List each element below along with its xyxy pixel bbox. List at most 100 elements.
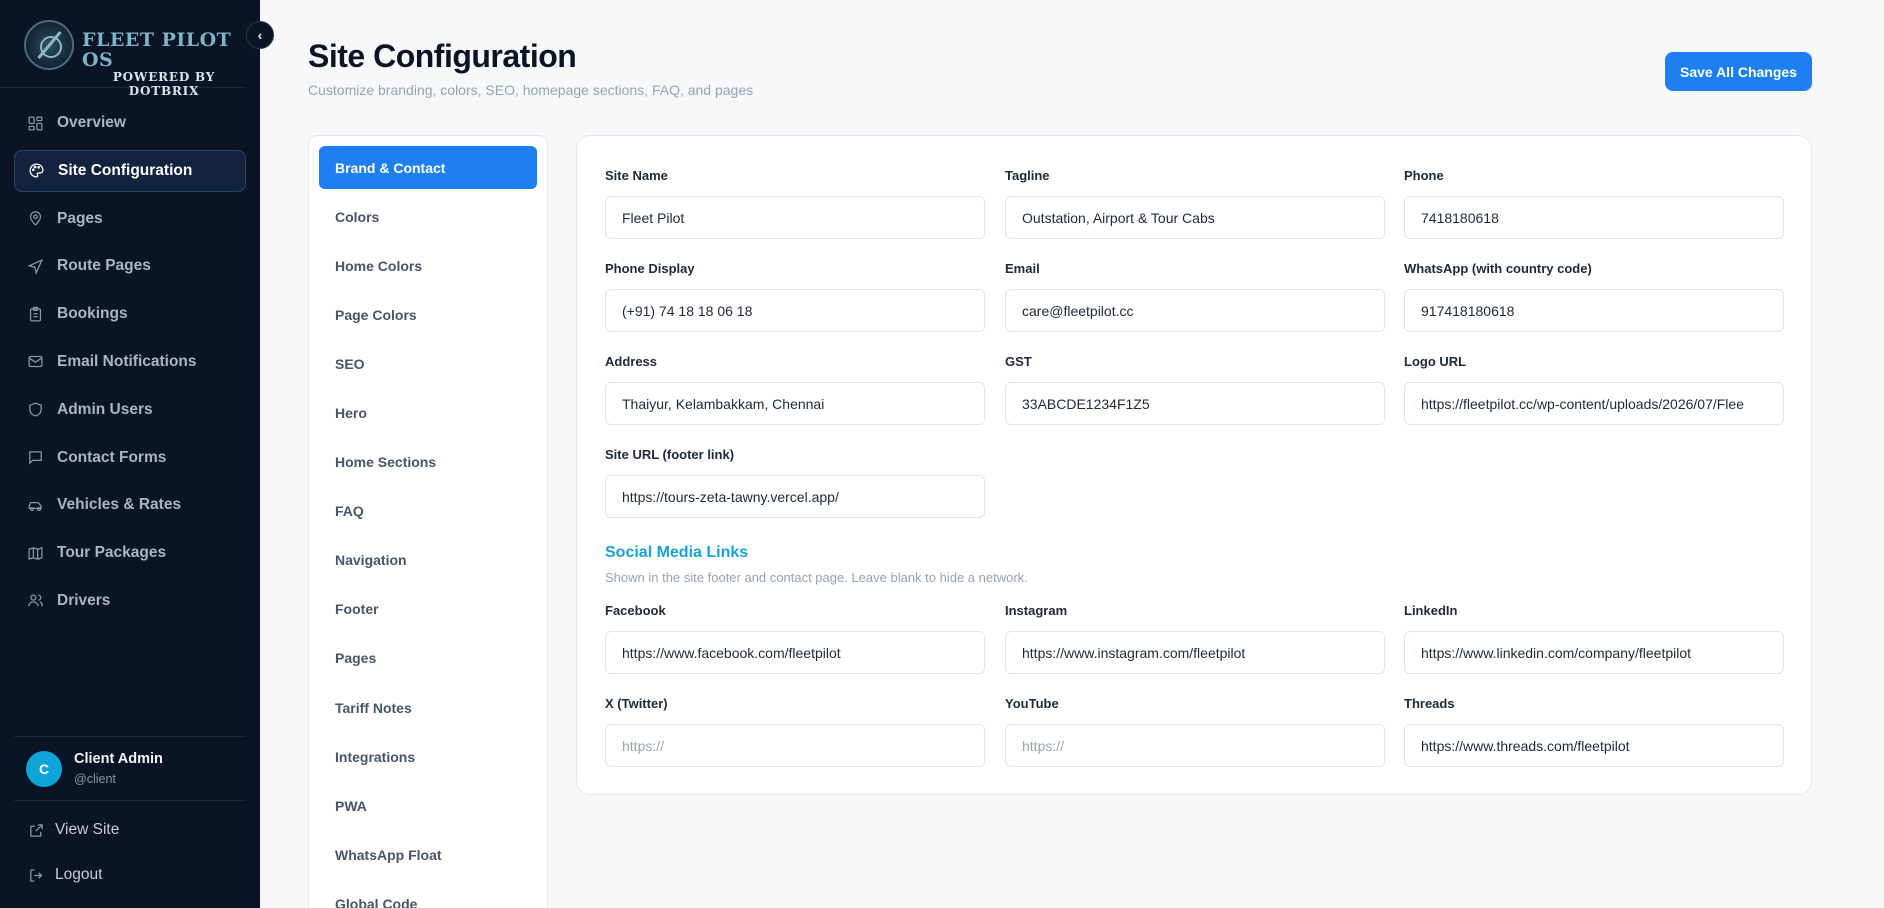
- phone-display-input[interactable]: [605, 289, 985, 332]
- tab-faq[interactable]: FAQ: [319, 490, 537, 533]
- sidebar-item-overview[interactable]: Overview: [14, 102, 246, 144]
- gst-input[interactable]: [1005, 382, 1385, 425]
- sidebar-item-site-configuration[interactable]: Site Configuration: [14, 149, 246, 192]
- page-title: Site Configuration: [308, 38, 577, 74]
- view-site-label: View Site: [55, 821, 120, 838]
- youtube-field: YouTube: [1005, 696, 1385, 767]
- navigation-icon: [27, 258, 44, 275]
- sidebar-item-admin-users[interactable]: Admin Users: [14, 389, 246, 431]
- threads-field: Threads: [1404, 696, 1784, 767]
- threads-label: Threads: [1404, 696, 1455, 711]
- whatsapp-input[interactable]: [1404, 289, 1784, 332]
- tab-global-code[interactable]: Global Code: [319, 882, 537, 908]
- tab-brand-contact[interactable]: Brand & Contact: [319, 146, 537, 189]
- user-profile[interactable]: C Client Admin @client: [14, 736, 246, 801]
- address-input[interactable]: [605, 382, 985, 425]
- tab-whatsapp-float[interactable]: WhatsApp Float: [319, 833, 537, 876]
- users-icon: [27, 592, 44, 609]
- map-pin-icon: [27, 210, 44, 227]
- tab-pages[interactable]: Pages: [319, 637, 537, 680]
- facebook-field: Facebook: [605, 603, 985, 674]
- palette-icon: [28, 162, 45, 179]
- site-url-input[interactable]: [605, 475, 985, 518]
- mail-icon: [27, 353, 44, 370]
- phone-input[interactable]: [1404, 196, 1784, 239]
- instagram-input[interactable]: [1005, 631, 1385, 674]
- whatsapp-field: WhatsApp (with country code): [1404, 261, 1784, 332]
- tab-hero[interactable]: Hero: [319, 391, 537, 434]
- clipboard-icon: [27, 306, 44, 323]
- phone-display-field: Phone Display: [605, 261, 985, 332]
- sidebar-item-label: Pages: [57, 209, 103, 227]
- user-handle: @client: [74, 772, 116, 786]
- tab-footer[interactable]: Footer: [319, 588, 537, 631]
- sidebar-item-label: Route Pages: [57, 257, 151, 275]
- save-all-changes-button[interactable]: Save All Changes: [1665, 52, 1812, 91]
- sidebar-item-pages[interactable]: Pages: [14, 198, 246, 240]
- sidebar-item-vehicles-rates[interactable]: Vehicles & Rates: [14, 484, 246, 526]
- tab-integrations[interactable]: Integrations: [319, 735, 537, 778]
- phone-display-label: Phone Display: [605, 261, 695, 276]
- tab-colors[interactable]: Colors: [319, 195, 537, 238]
- twitter-input[interactable]: [605, 724, 985, 767]
- site-name-input[interactable]: [605, 196, 985, 239]
- logout-label: Logout: [55, 866, 103, 883]
- sidebar: FLEET PILOT OS POWERED BY DOTBRIX Overvi…: [0, 0, 260, 908]
- threads-input[interactable]: [1404, 724, 1784, 767]
- message-icon: [27, 449, 44, 466]
- logout-icon: [28, 867, 45, 884]
- user-name: Client Admin: [74, 751, 163, 767]
- brand[interactable]: FLEET PILOT OS POWERED BY DOTBRIX: [0, 0, 246, 98]
- tagline-field: Tagline: [1005, 168, 1385, 239]
- facebook-input[interactable]: [605, 631, 985, 674]
- tab-home-colors[interactable]: Home Colors: [319, 244, 537, 287]
- site-name-field: Site Name: [605, 168, 985, 239]
- shield-icon: [27, 401, 44, 418]
- sidebar-item-tour-packages[interactable]: Tour Packages: [14, 532, 246, 574]
- social-section-description: Shown in the site footer and contact pag…: [605, 570, 1028, 585]
- tagline-label: Tagline: [1005, 168, 1050, 183]
- sidebar-item-contact-forms[interactable]: Contact Forms: [14, 437, 246, 479]
- twitter-label: X (Twitter): [605, 696, 668, 711]
- instagram-label: Instagram: [1005, 603, 1068, 618]
- tab-seo[interactable]: SEO: [319, 342, 537, 385]
- brand-name: FLEET PILOT OS: [82, 29, 232, 71]
- collapse-sidebar-button[interactable]: ‹: [246, 21, 274, 49]
- grid-icon: [27, 115, 44, 132]
- tab-navigation[interactable]: Navigation: [319, 539, 537, 582]
- tab-tariff-notes[interactable]: Tariff Notes: [319, 686, 537, 729]
- site-url-label: Site URL (footer link): [605, 447, 735, 462]
- address-label: Address: [605, 354, 658, 369]
- social-section-title: Social Media Links: [605, 544, 749, 561]
- tagline-input[interactable]: [1005, 196, 1385, 239]
- sidebar-item-label: Admin Users: [57, 400, 153, 418]
- gst-label: GST: [1005, 354, 1032, 369]
- sidebar-item-label: Tour Packages: [57, 544, 167, 562]
- sidebar-item-label: Site Configuration: [58, 161, 193, 179]
- sidebar-item-bookings[interactable]: Bookings: [14, 293, 246, 335]
- logout-link[interactable]: Logout: [28, 863, 102, 887]
- tab-page-colors[interactable]: Page Colors: [319, 293, 537, 336]
- linkedin-input[interactable]: [1404, 631, 1784, 674]
- gst-field: GST: [1005, 354, 1385, 425]
- chevron-left-icon: ‹: [257, 27, 263, 43]
- email-input[interactable]: [1005, 289, 1385, 332]
- sidebar-item-route-pages[interactable]: Route Pages: [14, 245, 246, 287]
- sidebar-item-label: Email Notifications: [57, 352, 197, 370]
- main-content: Site Configuration Customize branding, c…: [260, 0, 1884, 908]
- email-label: Email: [1005, 261, 1040, 276]
- tab-home-sections[interactable]: Home Sections: [319, 441, 537, 484]
- sidebar-item-drivers[interactable]: Drivers: [14, 580, 246, 622]
- sidebar-item-label: Contact Forms: [57, 448, 167, 466]
- config-tabs: Brand & Contact Colors Home Colors Page …: [308, 135, 548, 908]
- site-name-label: Site Name: [605, 168, 668, 183]
- youtube-label: YouTube: [1005, 696, 1059, 711]
- tab-pwa[interactable]: PWA: [319, 784, 537, 827]
- page-subtitle: Customize branding, colors, SEO, homepag…: [308, 82, 754, 98]
- view-site-link[interactable]: View Site: [28, 818, 119, 842]
- sidebar-item-email-notifications[interactable]: Email Notifications: [14, 341, 246, 383]
- logo-url-field: Logo URL: [1404, 354, 1784, 425]
- brand-tagline: POWERED BY DOTBRIX: [112, 70, 216, 98]
- youtube-input[interactable]: [1005, 724, 1385, 767]
- logo-url-input[interactable]: [1404, 382, 1784, 425]
